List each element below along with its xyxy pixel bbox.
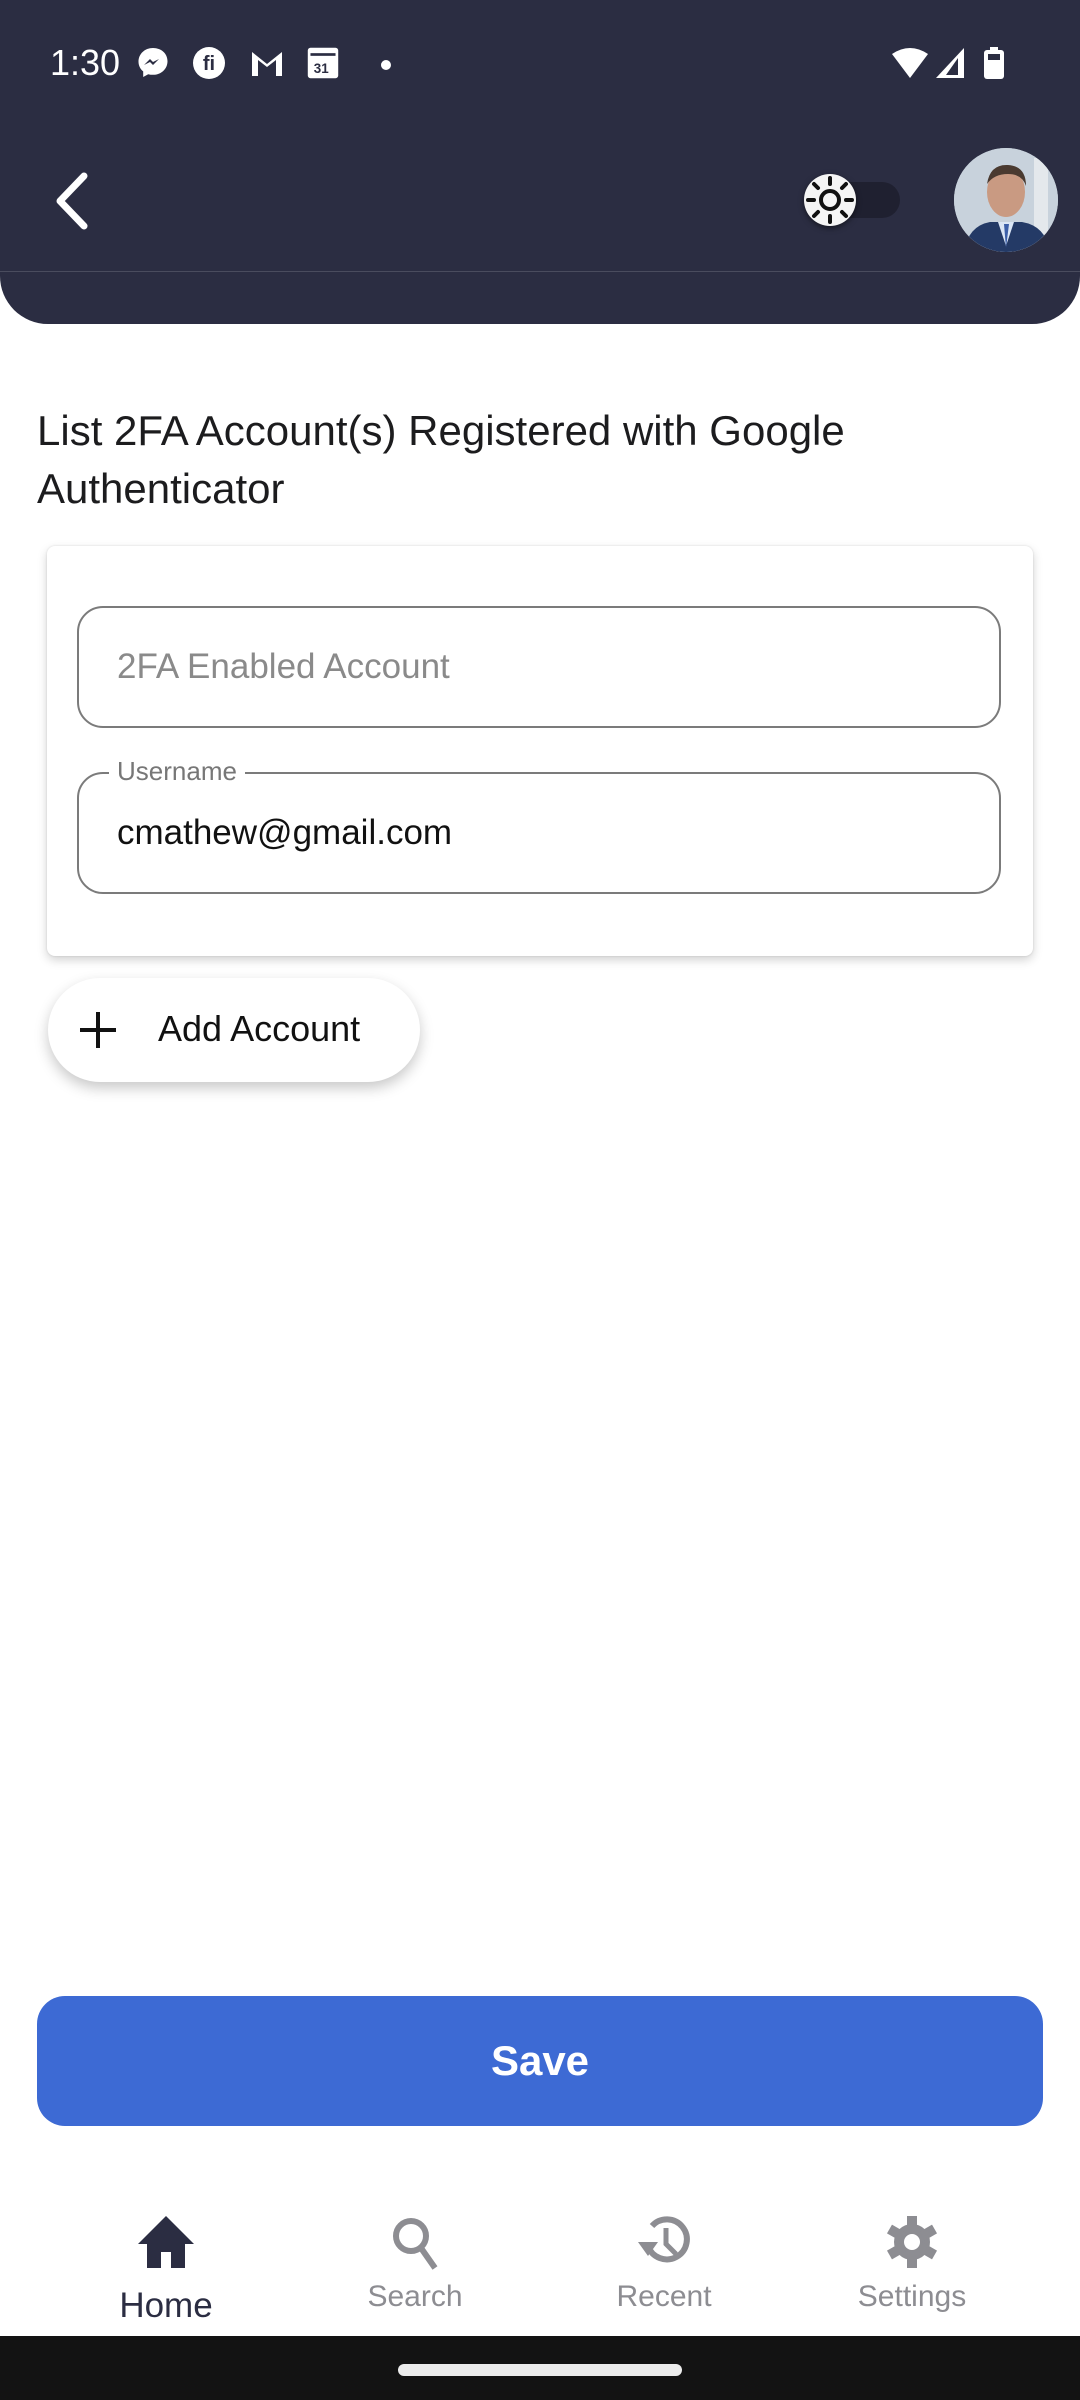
history-icon (638, 2216, 690, 2263)
messenger-icon (138, 48, 168, 77)
gear-icon (886, 2216, 938, 2268)
theme-toggle[interactable] (804, 174, 900, 226)
nav-label-recent: Recent (616, 2280, 712, 2313)
status-bar: 1:30 fi 31 (0, 0, 1080, 130)
nav-item-recent[interactable]: Recent (564, 2180, 764, 2336)
home-gesture-handle[interactable] (398, 2364, 682, 2376)
nav-label-search: Search (367, 2280, 463, 2313)
nav-item-home[interactable]: Home (66, 2180, 266, 2336)
account-field[interactable] (77, 606, 1001, 728)
username-input[interactable] (117, 774, 957, 892)
svg-text:31: 31 (314, 61, 329, 76)
home-icon (138, 2216, 194, 2268)
svg-text:fi: fi (203, 53, 215, 75)
plus-icon (80, 1012, 116, 1048)
signal-icon (936, 48, 964, 78)
page-title: List 2FA Account(s) Registered with Goog… (37, 407, 845, 512)
battery-icon (984, 47, 1004, 79)
nav-label-home: Home (119, 2286, 213, 2325)
fi-app-icon: fi (193, 47, 225, 79)
app-header: 1:30 fi 31 (0, 0, 1080, 324)
account-card: Username (47, 546, 1033, 956)
system-nav-bar (0, 2336, 1080, 2400)
search-icon (393, 2218, 438, 2270)
add-account-label: Add Account (158, 1008, 361, 1049)
gmail-icon (252, 52, 282, 76)
more-dot-icon (381, 60, 391, 70)
save-button[interactable]: Save (37, 1996, 1043, 2126)
account-input[interactable] (117, 608, 957, 726)
avatar-photo (954, 148, 1058, 252)
status-time: 1:30 (50, 42, 121, 83)
add-account-button[interactable]: Add Account (48, 978, 420, 1082)
chevron-left-icon (56, 172, 88, 230)
sun-icon (806, 176, 854, 224)
nav-item-search[interactable]: Search (315, 2180, 515, 2336)
bottom-nav: Home Search Recent Settings (0, 2180, 1080, 2336)
avatar[interactable] (954, 148, 1058, 252)
wifi-icon (892, 48, 928, 78)
nav-item-settings[interactable]: Settings (812, 2180, 1012, 2336)
calendar-icon: 31 (307, 47, 339, 79)
username-field[interactable]: Username (77, 756, 1001, 894)
toggle-thumb (804, 174, 856, 226)
back-button[interactable] (48, 168, 104, 234)
nav-label-settings: Settings (857, 2280, 967, 2313)
toolbar-divider (0, 271, 1080, 272)
